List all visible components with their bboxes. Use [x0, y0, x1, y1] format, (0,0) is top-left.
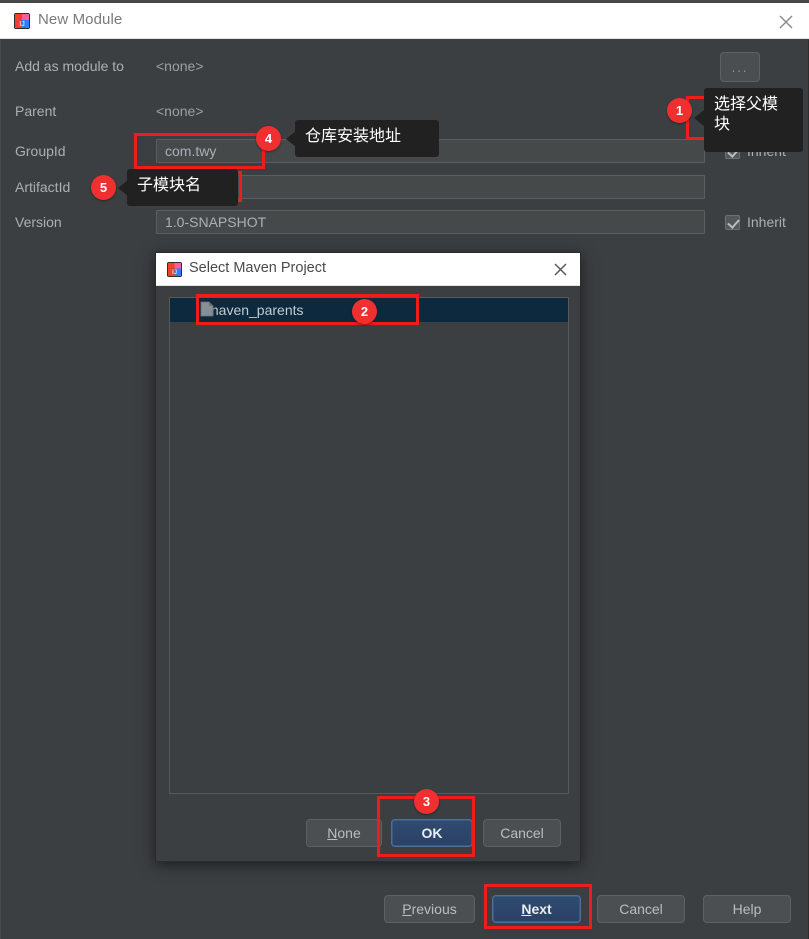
ok-button[interactable]: OK [391, 819, 473, 847]
svg-text:IJ: IJ [172, 269, 177, 276]
tooltip-text: 选择父模块 [714, 94, 779, 133]
label-parent: Parent [15, 103, 57, 119]
label-version: Version [15, 214, 62, 230]
svg-text:m: m [206, 307, 213, 317]
value-parent: <none> [156, 103, 204, 119]
badge-text: 2 [360, 304, 369, 319]
window-title: New Module [38, 11, 123, 28]
label-artifactid: ArtifactId [15, 179, 71, 195]
cancel-button[interactable]: Cancel [483, 819, 561, 847]
next-label-rest: ext [531, 901, 552, 917]
badge-2: 2 [352, 299, 377, 324]
tooltip-select-parent-module: 选择父模块 [704, 88, 803, 152]
previous-button[interactable]: Previous [384, 895, 475, 923]
badge-3: 3 [414, 789, 439, 814]
previous-mnemonic: P [402, 901, 412, 917]
inherit-version-checkbox[interactable]: Inherit [725, 214, 786, 230]
browse-add-as-module-button[interactable]: ... [720, 52, 760, 82]
maven-module-icon: m [200, 301, 214, 317]
tooltip-arrow-1 [694, 110, 704, 126]
help-button[interactable]: Help [703, 895, 791, 923]
select-maven-project-dialog: IJ Select Maven Project maven_parents m … [155, 252, 581, 862]
none-label-rest: one [337, 825, 361, 841]
badge-text: 3 [422, 794, 431, 809]
label-groupid: GroupId [15, 143, 66, 159]
label-add-as-module-to: Add as module to [15, 58, 124, 74]
tooltip-sub-module-name: 子模块名 [127, 169, 238, 206]
maven-dialog-titlebar: IJ Select Maven Project [156, 253, 580, 286]
badge-text: 4 [264, 131, 273, 146]
maven-project-list[interactable]: maven_parents [169, 297, 569, 794]
intellij-icon: IJ [14, 13, 30, 29]
badge-4: 4 [256, 126, 281, 151]
tooltip-text: 子模块名 [137, 175, 202, 194]
badge-1: 1 [667, 98, 692, 123]
list-item-label: maven_parents [207, 302, 304, 318]
version-input[interactable]: 1.0-SNAPSHOT [156, 210, 705, 234]
badge-text: 5 [99, 180, 108, 195]
next-button[interactable]: Next [492, 895, 581, 923]
window-titlebar: IJ New Module [0, 3, 809, 39]
badge-5: 5 [91, 175, 116, 200]
inherit-label: Inherit [747, 214, 786, 230]
close-icon[interactable] [551, 260, 570, 279]
cancel-button[interactable]: Cancel [597, 895, 685, 923]
none-button[interactable]: None [306, 819, 382, 847]
badge-text: 1 [675, 103, 684, 118]
tooltip-repo-install-address: 仓库安装地址 [295, 120, 439, 157]
next-mnemonic: N [521, 901, 532, 917]
svg-text:IJ: IJ [19, 21, 24, 28]
tooltip-arrow-4 [286, 131, 296, 147]
artifactid-input[interactable] [156, 175, 705, 199]
tooltip-arrow-5 [118, 180, 128, 196]
maven-dialog-title: Select Maven Project [189, 260, 327, 276]
new-module-window: IJ New Module Add as module to <none> ..… [0, 0, 809, 939]
value-add-as-module-to: <none> [156, 58, 204, 74]
close-icon[interactable] [775, 11, 797, 33]
previous-label-rest: revious [411, 901, 457, 917]
intellij-icon: IJ [167, 262, 182, 277]
none-mnemonic: N [327, 825, 338, 841]
tooltip-text: 仓库安装地址 [305, 126, 402, 145]
checkbox-box [725, 214, 740, 230]
